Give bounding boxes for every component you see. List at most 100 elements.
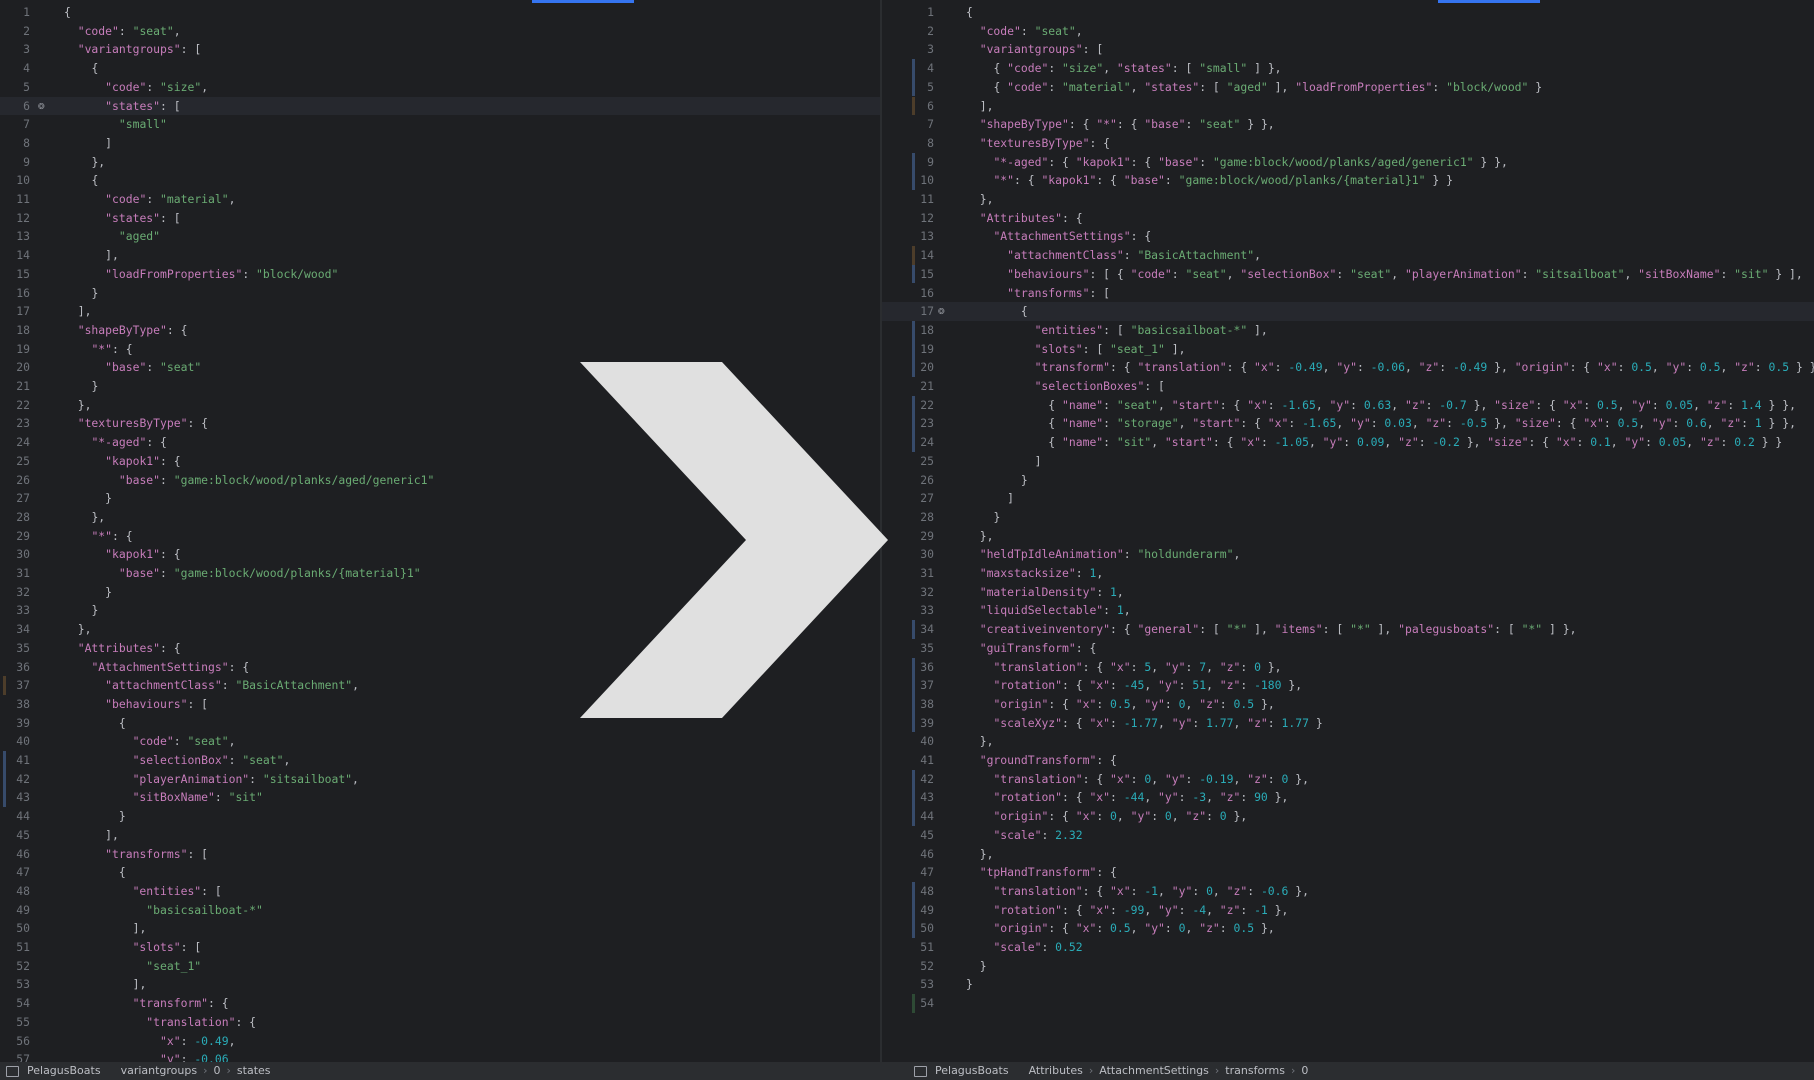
line-number[interactable]: 27 <box>882 489 934 508</box>
code-text[interactable]: "sitBoxName": "sit" <box>64 788 263 807</box>
code-text[interactable]: { <box>64 3 71 22</box>
line-number[interactable]: 14 <box>882 246 934 265</box>
line-number[interactable]: 20 <box>882 358 934 377</box>
line-number[interactable]: 33 <box>882 601 934 620</box>
code-line[interactable]: 2 "code": "seat", <box>0 22 880 41</box>
line-number[interactable]: 15 <box>0 265 30 284</box>
code-text[interactable]: }, <box>966 190 994 209</box>
line-number[interactable]: 13 <box>0 227 30 246</box>
code-line[interactable]: 42 "translation": { "x": 0, "y": -0.19, … <box>882 769 1814 789</box>
code-text[interactable]: "y": -0.06 <box>64 1050 229 1062</box>
line-number[interactable]: 40 <box>882 732 934 751</box>
code-text[interactable]: }, <box>64 620 92 639</box>
code-line[interactable]: 5 "code": "size", <box>0 78 880 97</box>
code-line[interactable]: 6 ], <box>882 96 1814 116</box>
code-text[interactable]: }, <box>64 153 105 172</box>
vcs-change-marker[interactable] <box>912 807 915 826</box>
code-text[interactable]: "materialDensity": 1, <box>966 583 1124 602</box>
code-text[interactable]: "tpHandTransform": { <box>966 863 1117 882</box>
code-line[interactable]: 35 "guiTransform": { <box>882 639 1814 658</box>
code-line[interactable]: 38 "origin": { "x": 0.5, "y": 0, "z": 0.… <box>882 694 1814 714</box>
vcs-change-marker[interactable] <box>912 96 915 116</box>
code-line[interactable]: 43 "rotation": { "x": -44, "y": -3, "z":… <box>882 788 1814 808</box>
vcs-change-marker[interactable] <box>3 751 6 770</box>
code-line[interactable]: 52 "seat_1" <box>0 957 880 976</box>
line-number[interactable]: 54 <box>0 994 30 1013</box>
code-text[interactable]: { "name": "seat", "start": { "x": -1.65,… <box>966 396 1796 415</box>
code-text[interactable]: "creativeinventory": { "general": [ "*" … <box>966 620 1577 639</box>
line-number[interactable]: 23 <box>0 414 30 433</box>
line-number[interactable]: 8 <box>882 134 934 153</box>
code-line[interactable]: 7 "small" <box>0 115 880 134</box>
code-line[interactable]: 19 "*": { <box>0 340 880 359</box>
code-text[interactable]: "base": "seat" <box>64 358 201 377</box>
line-number[interactable]: 21 <box>0 377 30 396</box>
code-line[interactable]: 44 "origin": { "x": 0, "y": 0, "z": 0 }, <box>882 807 1814 826</box>
code-text[interactable]: "entities": [ <box>64 882 222 901</box>
code-text[interactable]: "translation": { "x": -1, "y": 0, "z": -… <box>966 882 1309 901</box>
line-number[interactable]: 11 <box>0 190 30 209</box>
line-number[interactable]: 54 <box>882 994 934 1013</box>
code-line[interactable]: 10 { <box>0 171 880 190</box>
line-number[interactable]: 24 <box>882 433 934 452</box>
line-number[interactable]: 18 <box>0 321 30 340</box>
breadcrumb-item[interactable]: 0 <box>1301 1062 1308 1080</box>
code-text[interactable]: "*-aged": { "kapok1": { "base": "game:bl… <box>966 153 1507 172</box>
vcs-change-marker[interactable] <box>912 395 915 415</box>
code-text[interactable]: } <box>966 471 1028 490</box>
code-line[interactable]: 47 { <box>0 863 880 882</box>
line-number[interactable]: 6 <box>0 97 30 116</box>
vcs-change-marker[interactable] <box>912 171 915 190</box>
code-text[interactable]: "shapeByType": { <box>64 321 188 340</box>
line-number[interactable]: 48 <box>882 882 934 901</box>
code-line[interactable]: 4 { <box>0 59 880 78</box>
line-number[interactable]: 27 <box>0 489 30 508</box>
code-line[interactable]: 50 "origin": { "x": 0.5, "y": 0, "z": 0.… <box>882 919 1814 938</box>
line-number[interactable]: 19 <box>882 340 934 359</box>
code-line[interactable]: 17 ❂ { <box>882 302 1814 321</box>
line-number[interactable]: 3 <box>882 40 934 59</box>
code-line[interactable]: 41 "groundTransform": { <box>882 751 1814 770</box>
code-text[interactable]: } <box>64 489 112 508</box>
code-line[interactable]: 22 { "name": "seat", "start": { "x": -1.… <box>882 395 1814 415</box>
line-number[interactable]: 28 <box>882 508 934 527</box>
line-number[interactable]: 38 <box>882 695 934 714</box>
code-text[interactable]: "code": "material", <box>64 190 235 209</box>
code-line[interactable]: 23 { "name": "storage", "start": { "x": … <box>882 414 1814 434</box>
breadcrumb-item[interactable]: Attributes <box>1029 1062 1083 1080</box>
line-number[interactable]: 25 <box>882 452 934 471</box>
line-number[interactable]: 1 <box>0 3 30 22</box>
code-text[interactable]: "Attributes": { <box>966 209 1083 228</box>
line-number[interactable]: 7 <box>0 115 30 134</box>
line-number[interactable]: 37 <box>882 676 934 695</box>
code-text[interactable]: "guiTransform": { <box>966 639 1097 658</box>
code-text[interactable]: "transforms": [ <box>966 284 1110 303</box>
code-text[interactable]: { <box>64 714 126 733</box>
code-text[interactable]: "translation": { "x": 0, "y": -0.19, "z"… <box>966 770 1309 789</box>
line-number[interactable]: 9 <box>0 153 30 172</box>
code-text[interactable]: "Attributes": { <box>64 639 181 658</box>
code-text[interactable]: { "code": "material", "states": [ "aged"… <box>966 78 1542 97</box>
code-line[interactable]: 37 "rotation": { "x": -45, "y": 51, "z":… <box>882 676 1814 695</box>
vcs-change-marker[interactable] <box>912 713 915 733</box>
code-text[interactable]: } <box>966 975 973 994</box>
vcs-change-marker[interactable] <box>912 59 915 78</box>
code-text[interactable]: { <box>64 171 98 190</box>
code-text[interactable]: "scaleXyz": { "x": -1.77, "y": 1.77, "z"… <box>966 714 1322 733</box>
line-number[interactable]: 38 <box>0 695 30 714</box>
code-text[interactable]: "rotation": { "x": -45, "y": 51, "z": -1… <box>966 676 1302 695</box>
line-number[interactable]: 45 <box>882 826 934 845</box>
vcs-change-marker[interactable] <box>912 414 915 434</box>
vcs-change-marker[interactable] <box>912 433 915 452</box>
code-text[interactable]: }, <box>966 732 994 751</box>
code-text[interactable]: "transforms": [ <box>64 845 208 864</box>
code-line[interactable]: 51 "scale": 0.52 <box>882 938 1814 957</box>
line-number[interactable]: 18 <box>882 321 934 340</box>
code-line[interactable]: 40 }, <box>882 732 1814 751</box>
code-line[interactable]: 49 "basicsailboat-*" <box>0 901 880 920</box>
line-number[interactable]: 22 <box>882 396 934 415</box>
code-line[interactable]: 9 }, <box>0 153 880 172</box>
code-line[interactable]: 54 "transform": { <box>0 994 880 1013</box>
line-number[interactable]: 41 <box>882 751 934 770</box>
code-text[interactable]: "rotation": { "x": -99, "y": -4, "z": -1… <box>966 901 1288 920</box>
